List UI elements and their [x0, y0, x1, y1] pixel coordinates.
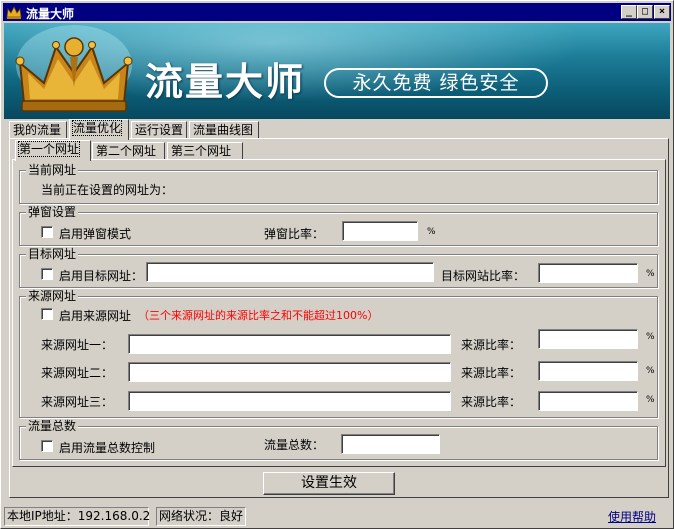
source-ratio-3-unit: %: [646, 395, 655, 405]
title-bar[interactable]: 流量大师 _ □ ×: [3, 3, 671, 21]
close-button[interactable]: ×: [654, 5, 670, 19]
source-group-title: 来源网址: [26, 289, 79, 303]
popup-mode-checkbox[interactable]: [41, 226, 53, 238]
source-url-checkbox[interactable]: [41, 308, 53, 320]
source-ratio-1-input[interactable]: [538, 329, 638, 349]
source-url-2-label: 来源网址二：: [41, 366, 114, 380]
source-ratio-2-unit: %: [646, 366, 655, 376]
apply-settings-button[interactable]: 设置生效: [263, 472, 395, 495]
banner-title: 流量大师: [145, 60, 306, 104]
status-network: 网络状况：良好: [156, 507, 246, 526]
target-url-checkbox[interactable]: [41, 268, 53, 280]
source-ratio-2-label: 来源比率：: [461, 366, 522, 380]
popup-group-title: 弹窗设置: [26, 205, 79, 219]
target-ratio-unit: %: [646, 269, 655, 279]
source-url-1-input[interactable]: [128, 334, 451, 354]
current-url-group-title: 当前网址: [26, 163, 79, 177]
crown-logo-icon: [15, 25, 133, 112]
target-ratio-label: 目标网站比率：: [441, 269, 526, 283]
target-group-title: 目标网址: [26, 247, 79, 261]
target-ratio-input[interactable]: [538, 263, 638, 283]
source-ratio-2-input[interactable]: [538, 361, 638, 381]
current-url-text: 当前正在设置的网址为：: [41, 183, 174, 197]
current-url-group: 当前网址 当前正在设置的网址为：: [19, 163, 658, 204]
minimize-button[interactable]: _: [621, 5, 637, 19]
total-group: 流量总数 启用流量总数控制 流量总数：: [19, 419, 658, 460]
status-ip: 本地IP地址：192.168.0.2: [4, 507, 150, 526]
popup-ratio-unit: %: [427, 227, 436, 237]
tab-traffic-optimize[interactable]: 流量优化: [69, 119, 129, 140]
total-control-label: 启用流量总数控制: [59, 441, 156, 455]
banner: 流量大师 永久免费 绿色安全: [4, 23, 670, 119]
total-group-title: 流量总数: [26, 419, 79, 433]
source-url-label: 启用来源网址: [59, 309, 132, 323]
total-control-checkbox[interactable]: [41, 440, 53, 452]
popup-mode-label: 启用弹窗模式: [59, 227, 132, 241]
tab-second-url[interactable]: 第二个网址: [92, 142, 165, 160]
window-title: 流量大师: [26, 7, 75, 21]
source-ratio-3-input[interactable]: [538, 391, 638, 411]
source-group: 来源网址 启用来源网址 （三个来源网址的来源比率之和不能超过100%） 来源网址…: [19, 289, 658, 418]
source-url-2-input[interactable]: [128, 362, 451, 382]
target-url-label: 启用目标网址：: [59, 269, 144, 283]
popup-ratio-input[interactable]: [342, 221, 418, 241]
popup-group: 弹窗设置 启用弹窗模式 弹窗比率： %: [19, 205, 658, 246]
source-url-1-label: 来源网址一：: [41, 338, 114, 352]
tab-traffic-chart[interactable]: 流量曲线图: [189, 121, 259, 139]
source-url-3-input[interactable]: [128, 391, 451, 411]
popup-ratio-label: 弹窗比率：: [264, 227, 325, 241]
total-count-input[interactable]: [341, 434, 440, 454]
tab-my-traffic[interactable]: 我的流量: [9, 121, 67, 139]
target-group: 目标网址 启用目标网址： 目标网站比率： %: [19, 247, 658, 288]
crown-icon: [6, 6, 22, 19]
tab-third-url[interactable]: 第三个网址: [167, 142, 243, 160]
tab-run-settings[interactable]: 运行设置: [131, 121, 187, 139]
main-window: 流量大师 _ □ × 流量大师 永久免费 绿色安全 我的流量 流量优化 运行设置…: [0, 0, 674, 529]
tab-first-url[interactable]: 第一个网址: [15, 140, 91, 161]
help-link[interactable]: 使用帮助: [608, 508, 656, 525]
maximize-button[interactable]: □: [637, 5, 653, 19]
source-ratio-3-label: 来源比率：: [461, 395, 522, 409]
source-ratio-warning: （三个来源网址的来源比率之和不能超过100%）: [138, 309, 379, 322]
banner-slogan: 永久免费 绿色安全: [324, 68, 548, 98]
source-ratio-1-unit: %: [646, 332, 655, 342]
total-count-label: 流量总数：: [264, 438, 325, 452]
source-url-3-label: 来源网址三：: [41, 395, 114, 409]
source-ratio-1-label: 来源比率：: [461, 338, 522, 352]
target-url-input[interactable]: [146, 262, 434, 282]
